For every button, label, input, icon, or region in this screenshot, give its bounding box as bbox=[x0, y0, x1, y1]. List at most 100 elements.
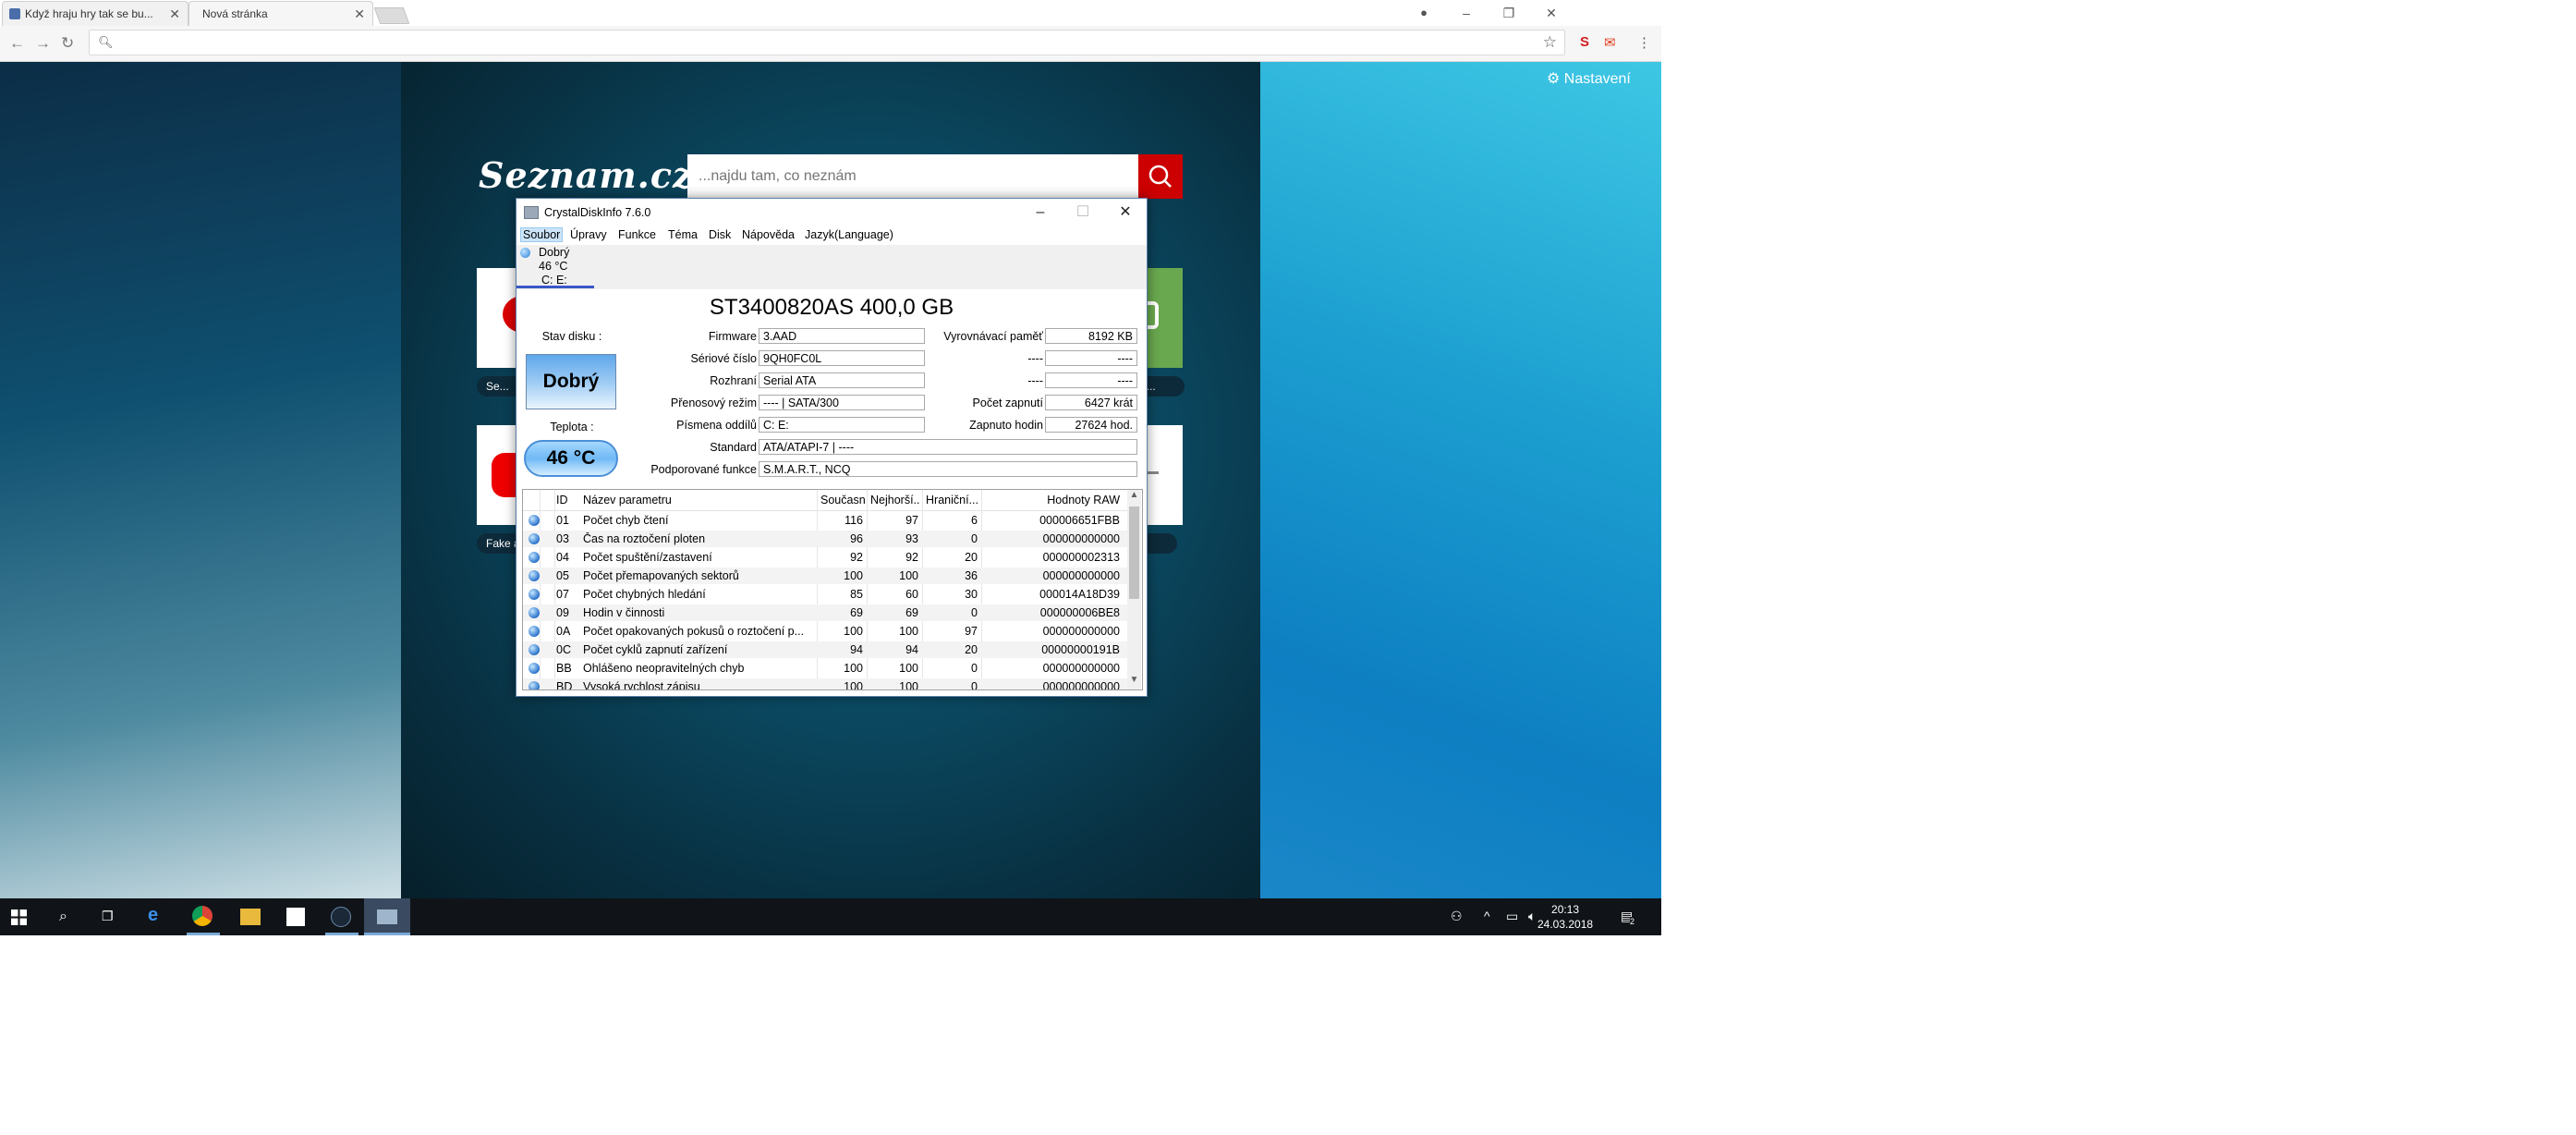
menu-edit[interactable]: Úpravy bbox=[570, 228, 607, 241]
forward-arrow-icon[interactable]: → bbox=[35, 34, 51, 53]
restore-button[interactable]: ❐ bbox=[1488, 0, 1530, 26]
table-row[interactable]: 05 Počet přemapovaných sektorů 100 100 36 000… bbox=[523, 568, 1127, 584]
header-threshold[interactable]: Hraniční... bbox=[926, 494, 979, 506]
firmware-label: Firmware bbox=[708, 330, 757, 343]
chrome-icon[interactable] bbox=[192, 906, 213, 926]
cell-thr: 0 bbox=[971, 662, 978, 675]
bookmark-star-icon[interactable]: ☆ bbox=[1543, 33, 1557, 52]
network-icon[interactable]: ▭ bbox=[1506, 909, 1518, 924]
status-dot-icon bbox=[529, 570, 540, 581]
email-extension-icon[interactable]: ✉ bbox=[1604, 34, 1616, 51]
edge-icon[interactable]: e bbox=[148, 905, 158, 926]
table-row[interactable]: 03 Čas na roztočení ploten 96 93 0 0000000000… bbox=[523, 531, 1127, 547]
windows-start-icon[interactable] bbox=[11, 909, 27, 925]
tab-close-icon[interactable]: ✕ bbox=[354, 2, 365, 26]
header-current[interactable]: Současn... bbox=[820, 494, 865, 506]
scroll-thumb[interactable] bbox=[1129, 506, 1139, 599]
search-icon[interactable]: ⌕ bbox=[59, 909, 67, 925]
table-row[interactable]: BD Vysoká rychlost zápisu 100 100 0 000000000… bbox=[523, 678, 1127, 690]
seznam-extension-icon[interactable]: S bbox=[1580, 34, 1589, 50]
cell-cur: 100 bbox=[844, 680, 863, 690]
close-button[interactable]: ✕ bbox=[1104, 201, 1147, 225]
file-explorer-icon[interactable] bbox=[240, 909, 261, 925]
tab-video[interactable]: Když hraju hry tak se bu... ✕ bbox=[2, 1, 188, 26]
new-tab-button[interactable] bbox=[373, 7, 410, 24]
desktop-screen: Když hraju hry tak se bu... ✕ Nová strán… bbox=[0, 0, 1661, 935]
table-row[interactable]: 0A Počet opakovaných pokusů o roztočení p… bbox=[523, 623, 1127, 640]
cell-worst: 100 bbox=[899, 680, 918, 690]
drive-tab[interactable]: Dobrý 46 °C C: E: bbox=[516, 245, 594, 289]
interface-label: Rozhraní bbox=[710, 374, 757, 387]
header-worst[interactable]: Nejhorší... bbox=[870, 494, 920, 506]
header-name[interactable]: Název parametru bbox=[583, 494, 814, 506]
scroll-up-icon[interactable]: ▲ bbox=[1127, 490, 1141, 500]
menu-disk[interactable]: Disk bbox=[709, 228, 731, 241]
health-status-button[interactable]: Dobrý bbox=[526, 354, 616, 409]
tray-expand-icon[interactable]: ^ bbox=[1484, 909, 1490, 923]
people-icon[interactable]: ⚇ bbox=[1451, 909, 1463, 924]
temperature-badge[interactable]: 46 °C bbox=[524, 440, 618, 477]
table-row[interactable]: 0C Počet cyklů zapnutí zařízení 94 94 20 0000… bbox=[523, 641, 1127, 658]
cell-raw: 000006651FBB bbox=[1039, 514, 1120, 527]
task-view-icon[interactable]: ❐ bbox=[102, 909, 114, 924]
search-button[interactable] bbox=[1138, 154, 1183, 199]
address-bar[interactable]: 🔍︎ ☆ bbox=[89, 30, 1565, 55]
search-input[interactable] bbox=[687, 154, 1138, 199]
standard-value: ATA/ATAPI-7 | ---- bbox=[759, 439, 1137, 455]
menu-help[interactable]: Nápověda bbox=[742, 228, 795, 241]
header-id[interactable]: ID bbox=[556, 494, 584, 506]
taskbar-clock[interactable]: 20:13 24.03.2018 bbox=[1537, 902, 1593, 932]
table-row[interactable]: BB Ohlášeno neopravitelných chyb 100 100 0 00… bbox=[523, 660, 1127, 677]
settings-link[interactable]: ⚙ Nastavení bbox=[1547, 69, 1631, 88]
back-arrow-icon[interactable]: ← bbox=[9, 34, 25, 53]
table-row[interactable]: 07 Počet chybných hledání 85 60 30 000014A18D… bbox=[523, 586, 1127, 603]
active-app-indicator bbox=[364, 933, 410, 935]
menu-language[interactable]: Jazyk(Language) bbox=[805, 228, 893, 241]
minimize-button[interactable]: – bbox=[1019, 201, 1062, 225]
search-box[interactable] bbox=[687, 154, 1138, 199]
seznam-logo[interactable]: Seznam.cz bbox=[479, 154, 694, 196]
cell-thr: 0 bbox=[971, 680, 978, 690]
menu-dots-icon[interactable]: ⋮ bbox=[1637, 34, 1651, 51]
status-dot-icon bbox=[529, 681, 540, 690]
profile-icon[interactable]: ● bbox=[1403, 0, 1445, 26]
active-app-indicator bbox=[187, 933, 220, 935]
cell-name: Hodin v činnosti bbox=[583, 606, 665, 619]
interface-value: Serial ATA bbox=[759, 372, 925, 388]
unknown-value-2: ---- bbox=[1045, 372, 1137, 388]
volume-icon[interactable]: 🔈︎ bbox=[1528, 909, 1536, 924]
scroll-down-icon[interactable]: ▼ bbox=[1127, 675, 1141, 685]
header-raw[interactable]: Hodnoty RAW bbox=[985, 494, 1120, 506]
cell-worst: 100 bbox=[899, 569, 918, 582]
menu-function[interactable]: Funkce bbox=[618, 228, 656, 241]
tab-close-icon[interactable]: ✕ bbox=[169, 2, 180, 26]
cell-worst: 100 bbox=[899, 662, 918, 675]
cell-name: Čas na roztočení ploten bbox=[583, 532, 706, 545]
store-icon[interactable] bbox=[286, 908, 305, 926]
window-titlebar[interactable]: CrystalDiskInfo 7.6.0 – ☐ ✕ bbox=[516, 199, 1147, 226]
maximize-button[interactable]: ☐ bbox=[1062, 201, 1104, 225]
tab-new-page[interactable]: Nová stránka ✕ bbox=[188, 1, 373, 26]
cell-id: 0C bbox=[556, 643, 571, 656]
address-input[interactable] bbox=[90, 31, 1564, 55]
cell-name: Počet cyklů zapnutí zařízení bbox=[583, 643, 728, 656]
table-row[interactable]: 09 Hodin v činnosti 69 69 0 000000006BE8 bbox=[523, 604, 1127, 621]
drive-tab-underline bbox=[516, 286, 594, 288]
minimize-button[interactable]: – bbox=[1445, 0, 1488, 26]
menu-theme[interactable]: Téma bbox=[668, 228, 698, 241]
smart-attributes-table: ID Název parametru Současn... Nejhorší..… bbox=[522, 489, 1143, 690]
table-row[interactable]: 01 Počet chyb čtení 116 97 6 000006651FBB bbox=[523, 512, 1127, 529]
close-button[interactable]: ✕ bbox=[1530, 0, 1573, 26]
windows-taskbar: ⌕ ❐ e ⚇ ^ ▭ 🔈︎ 20:13 24.03.2018 ▤ 2 bbox=[0, 898, 1661, 935]
steam-icon[interactable] bbox=[331, 907, 351, 927]
temp-label: Teplota : bbox=[550, 421, 594, 433]
menu-file[interactable]: Soubor bbox=[520, 227, 564, 242]
status-dot-icon bbox=[529, 533, 540, 544]
table-row[interactable]: 04 Počet spuštění/zastavení 92 92 20 00000000… bbox=[523, 549, 1127, 566]
table-scrollbar[interactable]: ▲ ▼ bbox=[1127, 490, 1141, 690]
reload-icon[interactable]: ↻ bbox=[61, 34, 74, 53]
cell-raw: 000000002313 bbox=[1042, 551, 1120, 564]
status-dot-icon bbox=[529, 663, 540, 674]
power-hours-value: 27624 hod. bbox=[1045, 417, 1137, 433]
cell-id: 07 bbox=[556, 588, 569, 601]
